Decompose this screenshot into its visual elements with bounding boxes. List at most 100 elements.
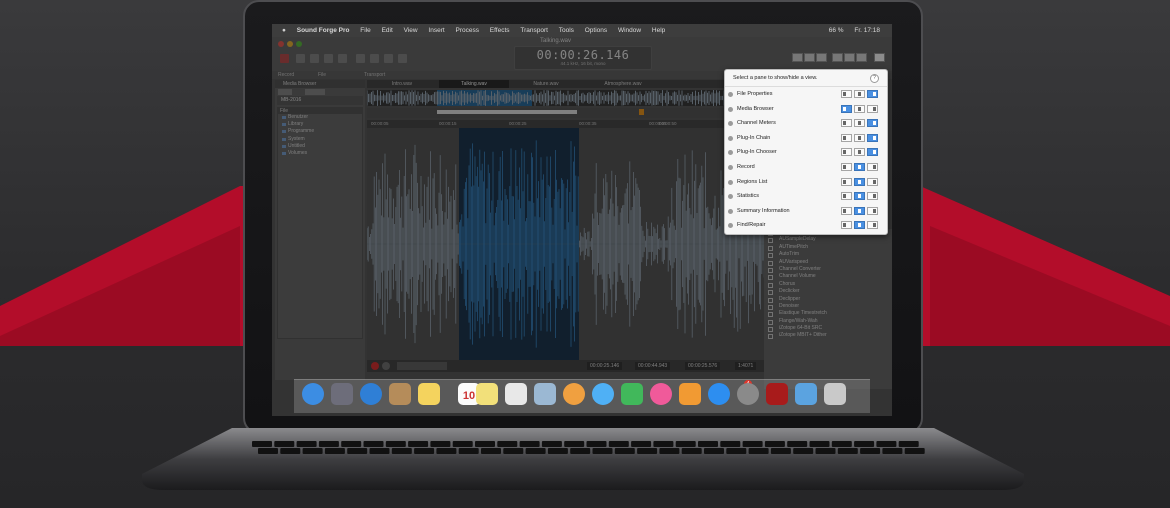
ibooks-icon[interactable] [679,383,701,405]
pane-position-left-button[interactable] [841,119,852,128]
appstore-icon[interactable] [708,383,730,405]
popover-row: Media Browser [725,102,887,117]
keyboard-key [675,441,696,447]
pane-position-right-button[interactable] [867,221,878,230]
popover-header-text: Select a pane to show/hide a view. [733,75,818,81]
pane-position-middle-button[interactable] [854,148,865,157]
pane-position-left-button[interactable] [841,148,852,157]
menu-file[interactable]: File [360,24,370,37]
keyboard-key [631,441,652,447]
apple-icon[interactable]: ● [282,24,286,37]
keyboard-key [458,448,479,454]
pane-position-right-button[interactable] [867,162,878,171]
battery-status[interactable]: 66 % [829,24,844,37]
reminders-icon[interactable] [505,383,527,405]
pane-position-left-button[interactable] [841,90,852,98]
pane-position-middle-button[interactable] [854,177,865,186]
keyboard-key [586,441,607,447]
gear-icon [728,223,733,229]
menu-tools[interactable]: Tools [559,24,574,37]
keyboard-key [385,441,406,447]
clock[interactable]: Fr. 17:18 [854,24,880,37]
keyboard-key [369,448,390,454]
facetime-icon[interactable] [621,383,643,405]
pane-position-middle-button[interactable] [854,119,865,128]
notes-icon[interactable] [418,383,440,405]
stickies-icon[interactable] [476,383,498,405]
contacts-icon[interactable] [389,383,411,405]
popover-row: Plug-In Chooser [725,145,887,160]
pane-position-left-button[interactable] [841,133,852,142]
popover-row: Regions List [725,175,887,190]
keyboard-key [274,441,295,447]
keyboard [252,441,925,454]
menu-transport[interactable]: Transport [520,24,548,37]
menu-app-name[interactable]: Sound Forge Pro [297,24,350,37]
pane-position-middle-button[interactable] [854,206,865,215]
popover-row: File Properties [725,87,887,102]
trash-icon[interactable] [824,383,846,405]
popover-row: Find/Repair [725,218,887,233]
mac-menubar: ● Sound Forge Pro File Edit View Insert … [272,24,892,37]
preview-icon[interactable] [534,383,556,405]
keyboard-key [876,441,897,447]
finder-icon[interactable] [302,383,324,405]
pane-label: Statistics [737,193,760,200]
pane-position-middle-button[interactable] [854,133,865,142]
pane-position-right-button[interactable] [867,90,878,98]
menu-insert[interactable]: Insert [428,24,444,37]
pane-position-middle-button[interactable] [854,90,865,98]
pane-position-right-button[interactable] [867,119,878,128]
pane-position-middle-button[interactable] [854,192,865,201]
menu-process[interactable]: Process [455,24,478,37]
keyboard-key [770,448,791,454]
menu-edit[interactable]: Edit [382,24,393,37]
pane-position-middle-button[interactable] [854,221,865,230]
popover-row: Statistics [725,189,887,204]
help-icon[interactable]: ? [870,74,879,83]
pane-position-right-button[interactable] [867,133,878,142]
pane-position-left-button[interactable] [841,104,852,113]
pane-position-left-button[interactable] [841,206,852,215]
pane-label: Plug-In Chooser [737,149,777,156]
gear-icon [728,179,733,185]
menu-effects[interactable]: Effects [490,24,510,37]
itunes-icon[interactable] [650,383,672,405]
pane-position-left-button[interactable] [841,177,852,186]
pane-position-left-button[interactable] [841,162,852,171]
pane-position-right-button[interactable] [867,206,878,215]
menu-view[interactable]: View [404,24,418,37]
keyboard-key [608,441,629,447]
messages-icon[interactable] [592,383,614,405]
system-preferences-icon[interactable] [737,383,759,405]
pane-label: Plug-In Chain [737,134,771,141]
pane-position-right-button[interactable] [867,148,878,157]
keyboard-key [787,441,808,447]
pane-visibility-popover: Select a pane to show/hide a view. ? Fil… [724,69,888,235]
keyboard-key [564,441,585,447]
keyboard-key [296,441,317,447]
keyboard-key [748,448,769,454]
pane-position-left-button[interactable] [841,192,852,201]
menu-window[interactable]: Window [618,24,641,37]
mac-dock: 10 4 [294,379,870,413]
keyboard-key [570,448,591,454]
keyboard-key [704,448,724,454]
menu-options[interactable]: Options [585,24,607,37]
downloads-icon[interactable] [795,383,817,405]
safari-icon[interactable] [360,383,382,405]
pane-position-left-button[interactable] [841,221,852,230]
keyboard-key [302,448,323,454]
keyboard-key [347,448,368,454]
keyboard-key [653,441,674,447]
pane-position-right-button[interactable] [867,192,878,201]
photos-icon[interactable] [563,383,585,405]
pane-position-right-button[interactable] [867,177,878,186]
keyboard-key [764,441,785,447]
launchpad-icon[interactable] [331,383,353,405]
pane-position-right-button[interactable] [867,104,878,113]
soundforge-icon[interactable] [766,383,788,405]
pane-position-middle-button[interactable] [854,162,865,171]
pane-position-middle-button[interactable] [854,104,865,113]
menu-help[interactable]: Help [652,24,665,37]
